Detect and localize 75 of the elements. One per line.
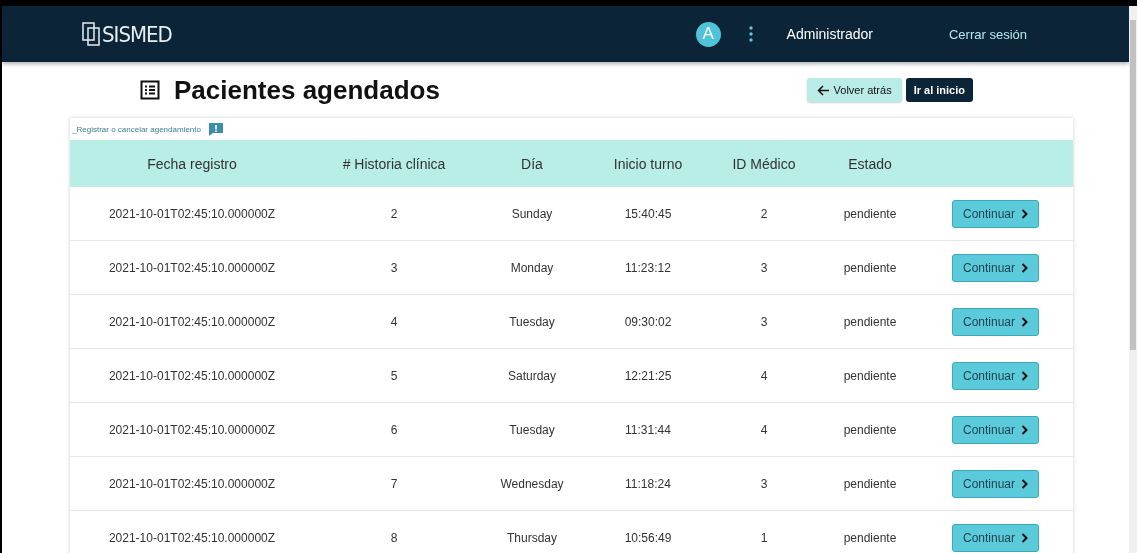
brand-name: SISMED (102, 21, 172, 47)
chevron-right-icon (1021, 478, 1028, 489)
table-cell-text: 12:21:25 (623, 368, 673, 383)
continue-button[interactable]: Continuar (952, 307, 1039, 336)
table-cell-text: Monday (509, 260, 555, 275)
chevron-right-icon (1021, 370, 1028, 381)
more-icon[interactable] (748, 26, 753, 42)
continue-button[interactable]: Continuar (952, 199, 1039, 228)
chevron-right-icon (1021, 532, 1028, 543)
table-cell-text: pendiente (842, 260, 898, 275)
table-cell-text: 4 (759, 368, 769, 383)
table-caption: _Registrar o cancelar agendamiento (72, 124, 201, 134)
table-cell-text: 11:23:12 (624, 260, 672, 275)
continue-button[interactable]: Continuar (952, 253, 1039, 282)
scrollbar[interactable] (1129, 6, 1137, 553)
table-cell-text: Tuesday (508, 422, 556, 437)
table-cell-text: 09:30:02 (623, 314, 673, 329)
chevron-right-icon (1021, 262, 1028, 273)
table-cell-text: 7 (389, 476, 399, 491)
user-name: Administrador (786, 26, 873, 42)
list-icon (140, 80, 160, 100)
chevron-right-icon (1021, 424, 1028, 435)
table-cell-text: 3 (759, 260, 769, 275)
table-cell-text: pendiente (842, 476, 898, 491)
column-header: Estado (847, 155, 893, 172)
column-header: Fecha registro (146, 155, 238, 172)
table-cell-text: 4 (759, 422, 769, 437)
table-cell-text: pendiente (842, 368, 898, 383)
table-cell-text: 2 (759, 206, 769, 221)
table-cell-text: Saturday (507, 368, 557, 383)
table-cell-text: pendiente (842, 314, 898, 329)
page-title: Pacientes agendados (174, 74, 440, 106)
table-cell-text: 10:56:49 (623, 530, 673, 545)
column-header: # Historia clínica (341, 155, 447, 172)
column-header: ID Médico (731, 155, 797, 172)
table-cell-text: 2021-10-01T02:45:10.000000Z (107, 476, 277, 491)
column-header: Inicio turno (612, 155, 684, 172)
table-cell-text: 3 (389, 260, 399, 275)
table-cell-text: 2021-10-01T02:45:10.000000Z (107, 260, 277, 275)
table-cell-text: 2021-10-01T02:45:10.000000Z (107, 368, 277, 383)
table-cell-text: 2021-10-01T02:45:10.000000Z (107, 530, 277, 545)
chevron-right-icon (1021, 208, 1028, 219)
table-cell-text: 6 (389, 422, 399, 437)
table-cell-text: pendiente (842, 206, 898, 221)
table-cell-text: 2021-10-01T02:45:10.000000Z (107, 206, 277, 221)
table-cell-text: 1 (759, 530, 769, 545)
back-button[interactable]: Volver atrás (806, 78, 902, 102)
table-cell-text: 2021-10-01T02:45:10.000000Z (107, 422, 277, 437)
table-cell-text: 5 (389, 368, 399, 383)
table-cell-text: 2021-10-01T02:45:10.000000Z (107, 314, 277, 329)
table-cell-text: 3 (759, 314, 769, 329)
table-cell-text: 8 (389, 530, 399, 545)
comment-alert-icon (208, 122, 223, 136)
logout-link[interactable]: Cerrar sesión (948, 26, 1027, 42)
logo-icon (82, 22, 100, 46)
table-cell-text: 4 (389, 314, 399, 329)
table-cell-text: Tuesday (508, 314, 556, 329)
continue-button[interactable]: Continuar (952, 523, 1039, 552)
continue-button[interactable]: Continuar (952, 361, 1039, 390)
continue-button[interactable]: Continuar (952, 415, 1039, 444)
table-cell-text: 3 (759, 476, 769, 491)
table-cell-text: Wednesday (499, 476, 565, 491)
continue-button[interactable]: Continuar (952, 469, 1039, 498)
arrow-left-icon (816, 84, 830, 96)
table-cell-text: Sunday (510, 206, 554, 221)
table-cell-text: 11:31:44 (624, 422, 672, 437)
table-cell-text: 15:40:45 (623, 206, 673, 221)
chevron-right-icon (1021, 316, 1028, 327)
table-cell-text: pendiente (842, 530, 898, 545)
table-cell-text: Thursday (506, 530, 558, 545)
column-header: Día (520, 155, 544, 172)
table-cell-text: 2 (389, 206, 399, 221)
table-cell-text: 11:18:24 (624, 476, 672, 491)
home-button[interactable]: Ir al inicio (905, 78, 973, 102)
table-cell-text: pendiente (842, 422, 898, 437)
